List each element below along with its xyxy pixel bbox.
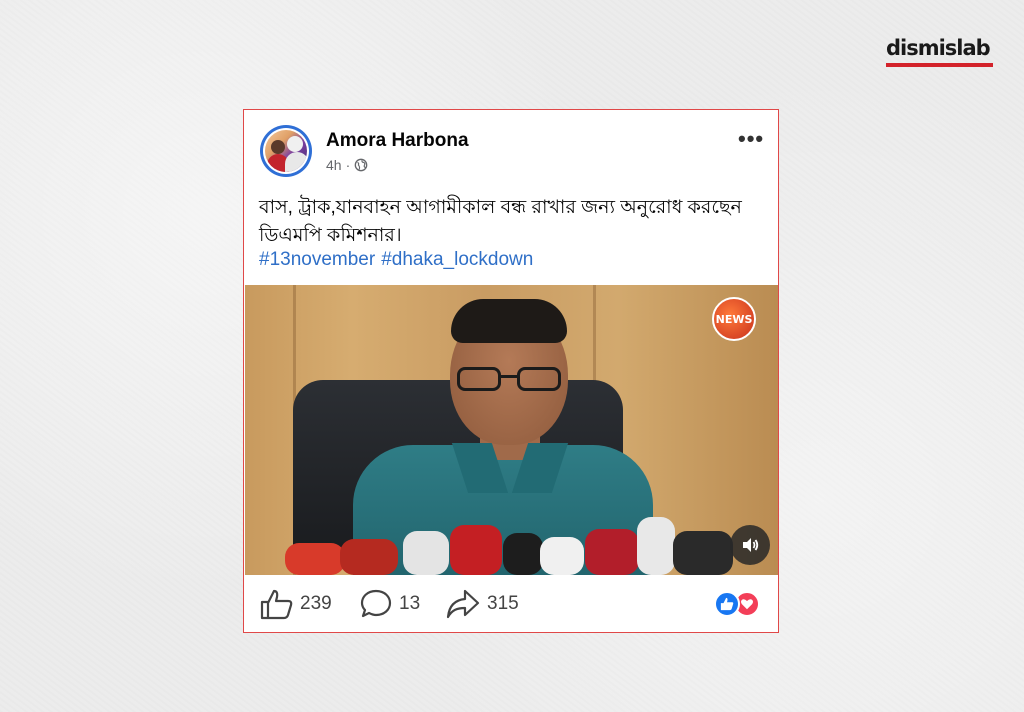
- facebook-post-card: Amora Harbona 4h · ••• বাস, ট্রাক,যানবাহ…: [243, 109, 779, 633]
- speaker-icon: [743, 538, 759, 552]
- avatar-image: [265, 130, 307, 172]
- hashtags: #13november #dhaka_lockdown: [259, 249, 533, 271]
- avatar[interactable]: [260, 125, 312, 177]
- thumbs-up-icon: [260, 589, 293, 620]
- news-channel-logo: NEWS: [712, 297, 756, 341]
- brand-underline: [886, 63, 993, 67]
- post-time[interactable]: 4h: [326, 157, 342, 173]
- eyeglasses: [457, 367, 565, 393]
- meta-separator: ·: [345, 157, 351, 173]
- share-count: 315: [487, 593, 519, 614]
- author-name[interactable]: Amora Harbona: [326, 130, 469, 152]
- dismislab-logo: dismislab: [886, 36, 994, 67]
- reaction-summary[interactable]: [714, 591, 760, 617]
- hair: [451, 299, 567, 343]
- like-button[interactable]: 239: [260, 588, 332, 620]
- globe-icon[interactable]: [354, 158, 368, 172]
- hashtag-link[interactable]: #13november: [259, 249, 375, 271]
- share-button[interactable]: 315: [445, 588, 519, 620]
- sound-toggle-button[interactable]: [730, 525, 770, 565]
- share-icon: [446, 589, 480, 619]
- post-action-bar: 239 13 315: [244, 578, 778, 632]
- video-player[interactable]: NEWS: [245, 285, 778, 575]
- more-options-button[interactable]: •••: [738, 128, 764, 150]
- comment-button[interactable]: 13: [359, 588, 420, 620]
- brand-name: dismislab: [886, 36, 991, 60]
- post-text: বাস, ট্রাক,যানবাহন আগামীকাল বন্ধ রাখার জ…: [259, 197, 742, 246]
- like-reaction-icon: [714, 591, 740, 617]
- hashtag-link[interactable]: #dhaka_lockdown: [381, 249, 533, 271]
- like-count: 239: [300, 593, 332, 614]
- post-meta: 4h ·: [326, 157, 368, 173]
- comment-icon: [360, 589, 392, 618]
- microphone-cluster: [245, 517, 778, 575]
- comment-count: 13: [399, 593, 421, 614]
